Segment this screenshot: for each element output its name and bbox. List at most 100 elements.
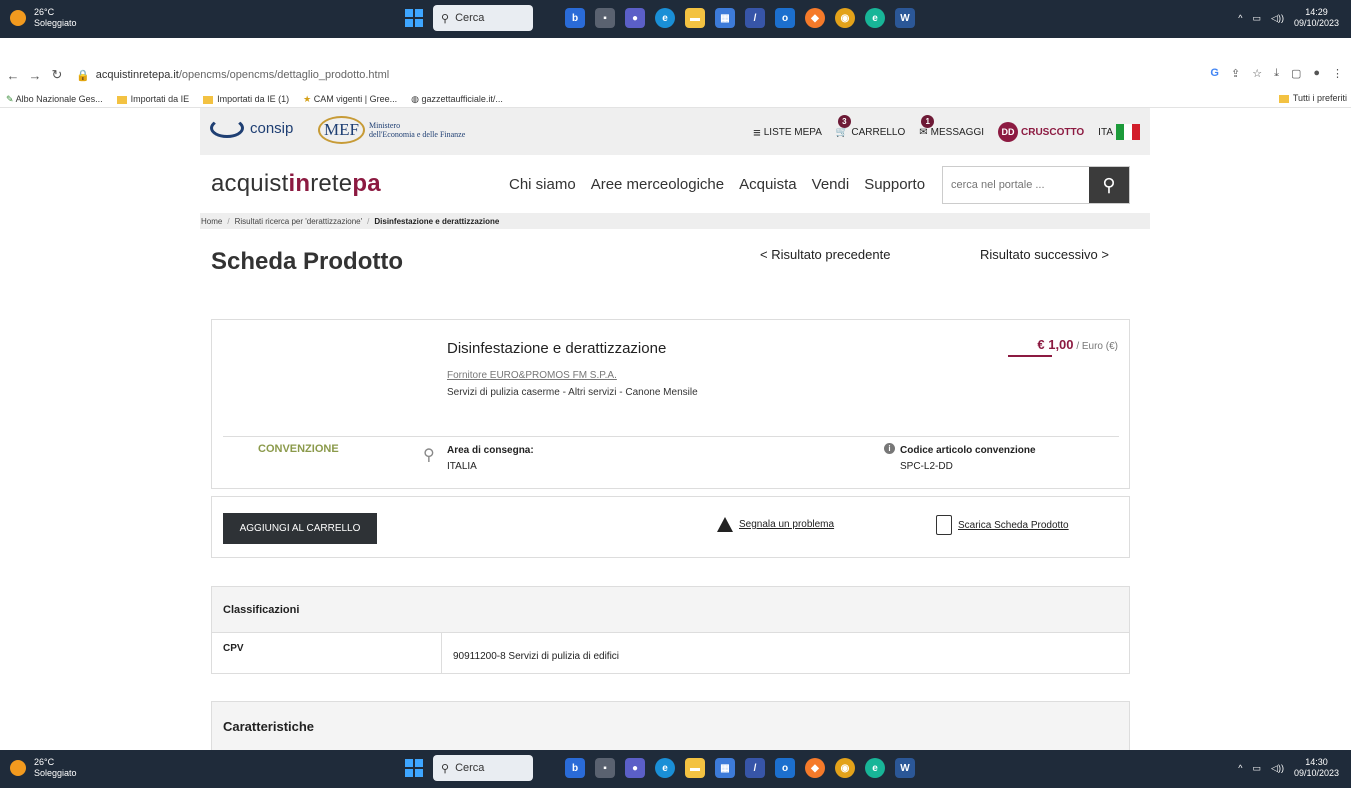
supplier-link[interactable]: Fornitore EURO&PROMOS FM S.P.A. bbox=[447, 370, 617, 381]
chevron-up-icon[interactable]: ^ bbox=[1238, 763, 1242, 773]
all-bookmarks[interactable]: Tutti i preferiti bbox=[1278, 93, 1347, 103]
report-problem-link[interactable]: Segnala un problema bbox=[717, 517, 834, 532]
search-input[interactable] bbox=[943, 167, 1089, 203]
portal-search: ⚲ bbox=[942, 166, 1130, 204]
chevron-up-icon[interactable]: ^ bbox=[1238, 13, 1242, 23]
url-field[interactable]: 🔒 acquistinretepa.it/opencms/opencms/det… bbox=[76, 69, 389, 82]
download-sheet-link[interactable]: Scarica Scheda Prodotto bbox=[936, 515, 1069, 535]
liste-mepa-label: LISTE MEPA bbox=[763, 126, 822, 138]
cart-badge: 3 bbox=[837, 114, 851, 128]
word-icon[interactable]: W bbox=[895, 758, 915, 778]
edge-icon[interactable]: e bbox=[655, 8, 675, 28]
product-title: Disinfestazione e derattizzazione bbox=[447, 340, 667, 357]
language-label: ITA bbox=[1098, 126, 1113, 138]
nav-acquista[interactable]: Acquista bbox=[739, 176, 797, 193]
taskbar-search[interactable]: ⚲ Cerca bbox=[433, 755, 533, 781]
search-button[interactable]: ⚲ bbox=[1089, 167, 1129, 203]
logo-part-d: pa bbox=[352, 170, 381, 197]
file-explorer-icon[interactable]: ▬ bbox=[685, 758, 705, 778]
report-problem-label: Segnala un problema bbox=[739, 519, 835, 530]
product-category: Servizi di pulizia caserme - Altri servi… bbox=[447, 387, 698, 398]
bookmark-label: CAM vigenti | Gree... bbox=[313, 93, 398, 104]
edge-dev-icon[interactable]: e bbox=[865, 8, 885, 28]
messages-link[interactable]: 1 ✉ MESSAGGI bbox=[919, 114, 984, 138]
weather-widget[interactable]: 26°C Soleggiato bbox=[10, 7, 77, 29]
menu-icon[interactable]: ⋮ bbox=[1332, 67, 1343, 80]
site-logo[interactable]: acquistinretepa bbox=[211, 170, 381, 198]
breadcrumb-results[interactable]: Risultati ricerca per 'derattizzazione' bbox=[235, 217, 363, 226]
bookmark[interactable]: ✎ Albo Nazionale Ges... bbox=[6, 94, 103, 105]
volume-icon[interactable]: ◁)) bbox=[1271, 763, 1284, 774]
taskbar-bottom: 26°C Soleggiato ⚲ Cerca b ▪ ● e ▬ ▦ / o ◆ … bbox=[0, 750, 1351, 788]
consip-logo[interactable]: consip bbox=[210, 118, 293, 138]
back-icon[interactable]: ← bbox=[4, 68, 22, 83]
outlook-icon[interactable]: o bbox=[775, 8, 795, 28]
nav-supporto[interactable]: Supporto bbox=[864, 176, 925, 193]
outlook-icon[interactable]: o bbox=[775, 758, 795, 778]
download-icon[interactable]: ⤓ bbox=[1274, 67, 1279, 80]
cruscotto-link[interactable]: DD CRUSCOTTO bbox=[998, 122, 1084, 142]
bing-icon[interactable]: b bbox=[565, 758, 585, 778]
app-icon[interactable]: ◆ bbox=[805, 8, 825, 28]
sun-icon bbox=[10, 760, 26, 776]
cart-link[interactable]: 3 🛒 CARRELLO bbox=[836, 114, 905, 138]
task-view-icon[interactable]: ▪ bbox=[595, 8, 615, 28]
system-tray: ^ ▭ ◁)) 14:29 09/10/2023 bbox=[1238, 7, 1339, 29]
sidebar-icon[interactable]: ▢ bbox=[1291, 67, 1301, 80]
divider bbox=[223, 436, 1119, 437]
windows-start-icon[interactable] bbox=[405, 9, 423, 27]
edge-dev-icon[interactable]: e bbox=[865, 758, 885, 778]
word-icon[interactable]: W bbox=[895, 8, 915, 28]
time: 14:29 bbox=[1305, 7, 1328, 17]
pdf-icon bbox=[936, 515, 952, 535]
nav-aree-merceologiche[interactable]: Aree merceologiche bbox=[591, 176, 724, 193]
forward-icon[interactable]: → bbox=[26, 68, 44, 83]
google-icon[interactable]: G bbox=[1210, 67, 1219, 80]
tasks-icon[interactable]: / bbox=[745, 758, 765, 778]
teams-icon[interactable]: ● bbox=[625, 8, 645, 28]
network-icon[interactable]: ▭ bbox=[1253, 763, 1262, 774]
reload-icon[interactable]: ↻ bbox=[48, 67, 66, 83]
next-result-link[interactable]: Risultato successivo > bbox=[980, 247, 1109, 262]
globe-icon: ◍ bbox=[411, 93, 419, 104]
article-code-label: Codice articolo convenzione bbox=[900, 445, 1036, 456]
store-icon[interactable]: ▦ bbox=[715, 758, 735, 778]
nav-chi-siamo[interactable]: Chi siamo bbox=[509, 176, 576, 193]
bookmark[interactable]: ★ CAM vigenti | Gree... bbox=[303, 94, 397, 105]
product-price: € 1,00 / Euro (€) bbox=[1037, 337, 1118, 352]
bing-icon[interactable]: b bbox=[565, 8, 585, 28]
clock[interactable]: 14:29 09/10/2023 bbox=[1294, 7, 1339, 29]
task-view-icon[interactable]: ▪ bbox=[595, 758, 615, 778]
profile-icon[interactable]: ● bbox=[1313, 67, 1320, 80]
store-icon[interactable]: ▦ bbox=[715, 8, 735, 28]
clock[interactable]: 14:30 09/10/2023 bbox=[1294, 757, 1339, 779]
chrome-icon[interactable]: ◉ bbox=[835, 758, 855, 778]
chrome-icon[interactable]: ◉ bbox=[835, 8, 855, 28]
bookmark[interactable]: Importati da IE (1) bbox=[203, 94, 289, 104]
file-explorer-icon[interactable]: ▬ bbox=[685, 8, 705, 28]
bookmark[interactable]: Importati da IE bbox=[116, 94, 189, 104]
bookmark[interactable]: ◍ gazzettaufficiale.it/... bbox=[411, 94, 503, 105]
share-icon[interactable]: ⇪ bbox=[1231, 67, 1240, 80]
product-card: Disinfestazione e derattizzazione Fornit… bbox=[211, 319, 1130, 489]
star-icon[interactable]: ☆ bbox=[1252, 67, 1262, 80]
nav-vendi[interactable]: Vendi bbox=[812, 176, 850, 193]
star-bookmark-icon: ★ bbox=[303, 93, 312, 104]
taskbar-search[interactable]: ⚲ Cerca bbox=[433, 5, 533, 31]
previous-result-link[interactable]: < Risultato precedente bbox=[760, 247, 890, 262]
mef-logo[interactable]: MEF Ministero dell'Economia e delle Finan… bbox=[318, 116, 465, 144]
liste-mepa-link[interactable]: ≡ LISTE MEPA bbox=[753, 125, 822, 140]
edge-icon[interactable]: e bbox=[655, 758, 675, 778]
teams-icon[interactable]: ● bbox=[625, 758, 645, 778]
breadcrumb-home[interactable]: Home bbox=[201, 217, 222, 226]
network-icon[interactable]: ▭ bbox=[1253, 13, 1262, 24]
row-value: 90911200-8 Servizi di pulizia di edifici bbox=[453, 651, 620, 662]
app-icon[interactable]: ◆ bbox=[805, 758, 825, 778]
language-selector[interactable]: ITA bbox=[1098, 124, 1140, 140]
volume-icon[interactable]: ◁)) bbox=[1271, 13, 1284, 24]
windows-start-icon[interactable] bbox=[405, 759, 423, 777]
weather-widget[interactable]: 26°C Soleggiato bbox=[10, 757, 77, 779]
tasks-icon[interactable]: / bbox=[745, 8, 765, 28]
row-key: CPV bbox=[212, 633, 442, 673]
add-to-cart-button[interactable]: AGGIUNGI AL CARRELLO bbox=[223, 513, 377, 544]
